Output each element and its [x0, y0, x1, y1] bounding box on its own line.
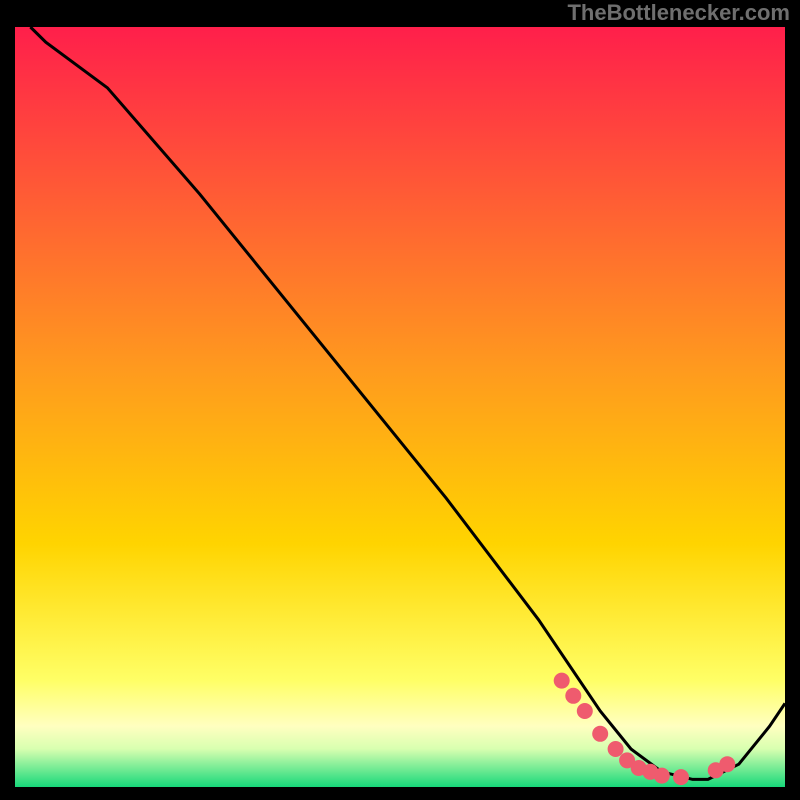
- chart-root: TheBottlenecker.com: [0, 0, 800, 800]
- marker-point: [554, 673, 570, 689]
- marker-point: [592, 726, 608, 742]
- marker-point: [719, 756, 735, 772]
- marker-point: [565, 688, 581, 704]
- plot-background: [15, 27, 785, 787]
- marker-point: [608, 741, 624, 757]
- marker-point: [673, 769, 689, 785]
- marker-point: [654, 768, 670, 784]
- attribution-text: TheBottlenecker.com: [567, 0, 790, 26]
- marker-point: [577, 703, 593, 719]
- chart-svg: [0, 0, 800, 800]
